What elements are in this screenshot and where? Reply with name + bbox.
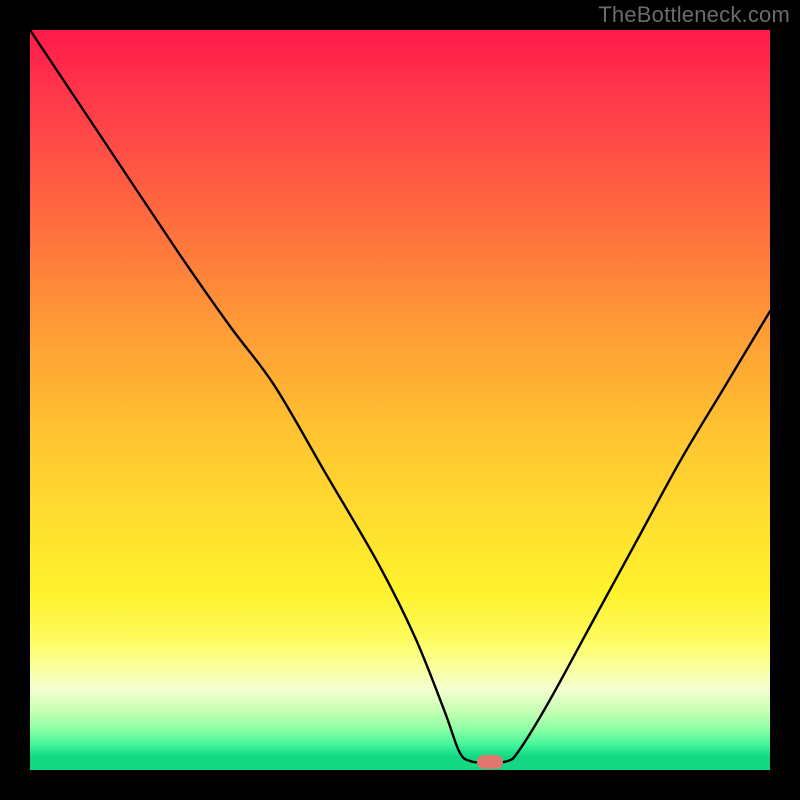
plot-area (30, 30, 770, 770)
optimal-marker (477, 755, 503, 769)
watermark-text: TheBottleneck.com (598, 2, 790, 28)
curve-path (30, 30, 770, 763)
bottleneck-curve (30, 30, 770, 770)
chart-frame: TheBottleneck.com (0, 0, 800, 800)
